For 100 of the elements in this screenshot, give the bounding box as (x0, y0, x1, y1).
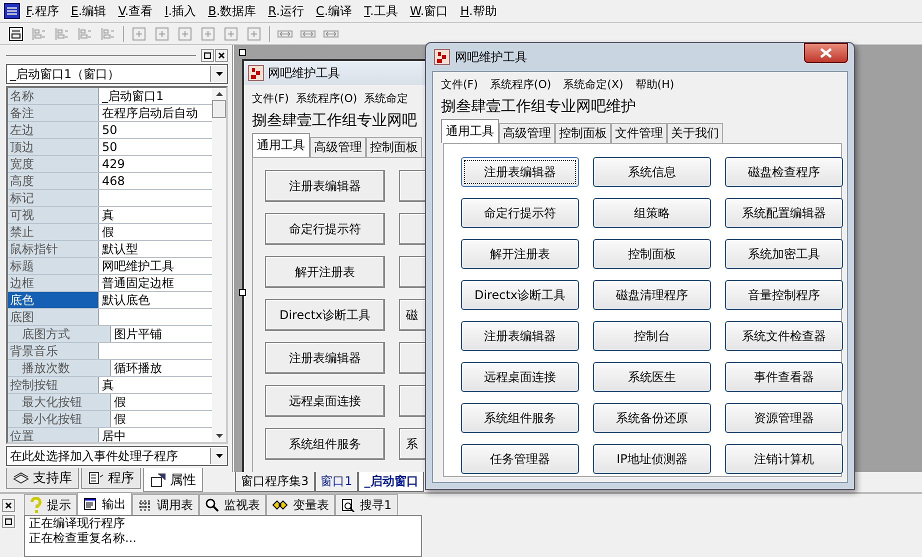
tool-button[interactable]: 系统加密工具 (725, 239, 843, 269)
tool-button[interactable]: 解开注册表 (461, 239, 579, 269)
tool-button[interactable]: 系统组件服务 (461, 403, 579, 433)
panel-tab[interactable]: 属性 (143, 468, 203, 492)
menu-item[interactable]: 系统命定 (364, 91, 408, 106)
panel-tab[interactable]: 支持库 (6, 468, 79, 489)
align-icon[interactable] (100, 26, 116, 42)
property-value[interactable]: 在程序启动后自动 (99, 105, 212, 121)
tool-button[interactable]: 注销计算机 (725, 444, 843, 474)
menu-item[interactable]: V.查看 (118, 2, 153, 20)
spacing-icon[interactable] (177, 26, 193, 42)
tab[interactable]: 文件管理 (611, 123, 667, 143)
tool-button[interactable]: IP地址侦测器 (593, 444, 711, 474)
tool-button[interactable]: 资源管理器 (725, 403, 843, 433)
restore-button[interactable] (2, 515, 15, 528)
close-button[interactable] (804, 43, 848, 63)
scroll-up-icon[interactable] (216, 92, 222, 96)
panel-tab[interactable]: 监视表 (199, 494, 266, 515)
tab[interactable]: 高级管理 (310, 137, 366, 157)
align-icon[interactable] (77, 26, 93, 42)
menu-item[interactable]: F.程序 (26, 2, 59, 20)
property-value[interactable]: 图片平铺 (111, 326, 212, 342)
menu-item[interactable]: C.编译 (316, 2, 352, 20)
panel-tab[interactable]: 输出 (77, 492, 132, 515)
scroll-thumb[interactable] (212, 100, 226, 118)
align-icon[interactable] (54, 26, 70, 42)
scrollbar[interactable] (212, 88, 226, 442)
tool-button[interactable]: 远程桌面连接 (265, 385, 385, 417)
property-name[interactable]: 名称 (8, 88, 99, 104)
menu-item[interactable]: I.插入 (164, 2, 196, 20)
property-value[interactable]: 默认型 (99, 241, 212, 257)
property-name[interactable]: 位置 (8, 428, 99, 442)
tool-button[interactable]: 磁盘检查程序 (725, 157, 843, 187)
menu-item[interactable]: R.运行 (268, 2, 304, 20)
scroll-down-icon[interactable] (216, 434, 222, 438)
property-value[interactable]: 50 (99, 122, 212, 138)
property-name[interactable]: 底图 (8, 309, 99, 325)
property-value[interactable]: 网吧维护工具 (99, 258, 212, 274)
tool-button[interactable]: Directx诊断工具 (265, 299, 385, 331)
panel-tab[interactable]: 程序 (81, 468, 141, 489)
document-tab[interactable]: _启动窗口 (358, 472, 424, 492)
property-name[interactable]: 最大化按钮 (8, 394, 111, 410)
property-value[interactable]: 真 (99, 207, 212, 223)
menu-item[interactable]: W.窗口 (410, 2, 448, 20)
property-value[interactable]: 循环播放 (111, 360, 212, 376)
tool-button[interactable]: 系统组件服务 (265, 428, 385, 460)
tool-button[interactable]: 远程桌面连接 (461, 362, 579, 392)
tool-button[interactable]: 系统配置编辑器 (725, 198, 843, 228)
panel-tab[interactable]: 提示 (24, 494, 77, 515)
tool-button[interactable]: 系统医生 (593, 362, 711, 392)
property-value[interactable]: 假 (111, 394, 212, 410)
property-name[interactable]: 禁止 (8, 224, 99, 240)
property-value[interactable]: 假 (111, 411, 212, 427)
menu-item[interactable]: 文件(F) (252, 91, 289, 106)
tool-button[interactable]: 注册表编辑器 (461, 157, 579, 187)
panel-tab[interactable]: 变量表 (266, 494, 335, 515)
property-value[interactable]: 默认底色 (99, 292, 212, 308)
property-value[interactable]: 假 (99, 224, 212, 240)
property-value[interactable]: 真 (99, 377, 212, 393)
menu-item[interactable]: H.帮助 (460, 2, 497, 20)
tool-button[interactable]: 音量控制程序 (725, 280, 843, 310)
property-name[interactable]: 顶边 (8, 139, 99, 155)
menu-item[interactable]: 系统程序(O) (490, 77, 552, 92)
property-value[interactable]: 居中 (99, 428, 212, 442)
tab[interactable]: 关于我们 (667, 123, 723, 143)
menu-item[interactable]: 帮助(H) (635, 77, 674, 92)
tool-button[interactable]: 任务管理器 (461, 444, 579, 474)
property-name[interactable]: 鼠标指针 (8, 241, 99, 257)
property-value[interactable]: 468 (99, 173, 212, 189)
property-name[interactable]: 播放次数 (8, 360, 111, 376)
menu-item[interactable]: 系统命定(X) (563, 77, 624, 92)
property-name[interactable]: 备注 (8, 105, 99, 121)
tool-button[interactable]: Directx诊断工具 (461, 280, 579, 310)
align-icon[interactable] (31, 26, 47, 42)
property-name[interactable]: 背景音乐 (8, 343, 99, 359)
property-name[interactable]: 标题 (8, 258, 99, 274)
resize-handle[interactable] (239, 49, 246, 56)
property-name[interactable]: 最小化按钮 (8, 411, 111, 427)
close-button[interactable] (2, 499, 15, 512)
property-name[interactable]: 底图方式 (8, 326, 111, 342)
event-combo[interactable]: 在此处选择加入事件处理子程序 (6, 446, 228, 466)
property-name[interactable]: 底色 (8, 292, 99, 308)
menu-item[interactable]: E.编辑 (70, 2, 106, 20)
spacing-icon[interactable] (223, 26, 239, 42)
tab[interactable]: 控制面板 (555, 123, 611, 143)
menu-item[interactable]: B.数据库 (208, 2, 256, 20)
tool-button[interactable]: 解开注册表 (265, 256, 385, 288)
tab[interactable]: 通用工具 (252, 133, 310, 157)
property-name[interactable]: 控制按钮 (8, 377, 99, 393)
form-icon[interactable] (8, 26, 24, 42)
property-name[interactable]: 左边 (8, 122, 99, 138)
property-name[interactable]: 标记 (8, 190, 99, 206)
tool-button[interactable]: 磁盘清理程序 (593, 280, 711, 310)
tool-button[interactable]: 组策略 (593, 198, 711, 228)
tool-button[interactable]: 系统备份还原 (593, 403, 711, 433)
property-value[interactable]: 普通固定边框 (99, 275, 212, 291)
property-name[interactable]: 宽度 (8, 156, 99, 172)
property-name[interactable]: 高度 (8, 173, 99, 189)
tool-button[interactable]: 系统信息 (593, 157, 711, 187)
spacing-icon[interactable] (131, 26, 147, 42)
